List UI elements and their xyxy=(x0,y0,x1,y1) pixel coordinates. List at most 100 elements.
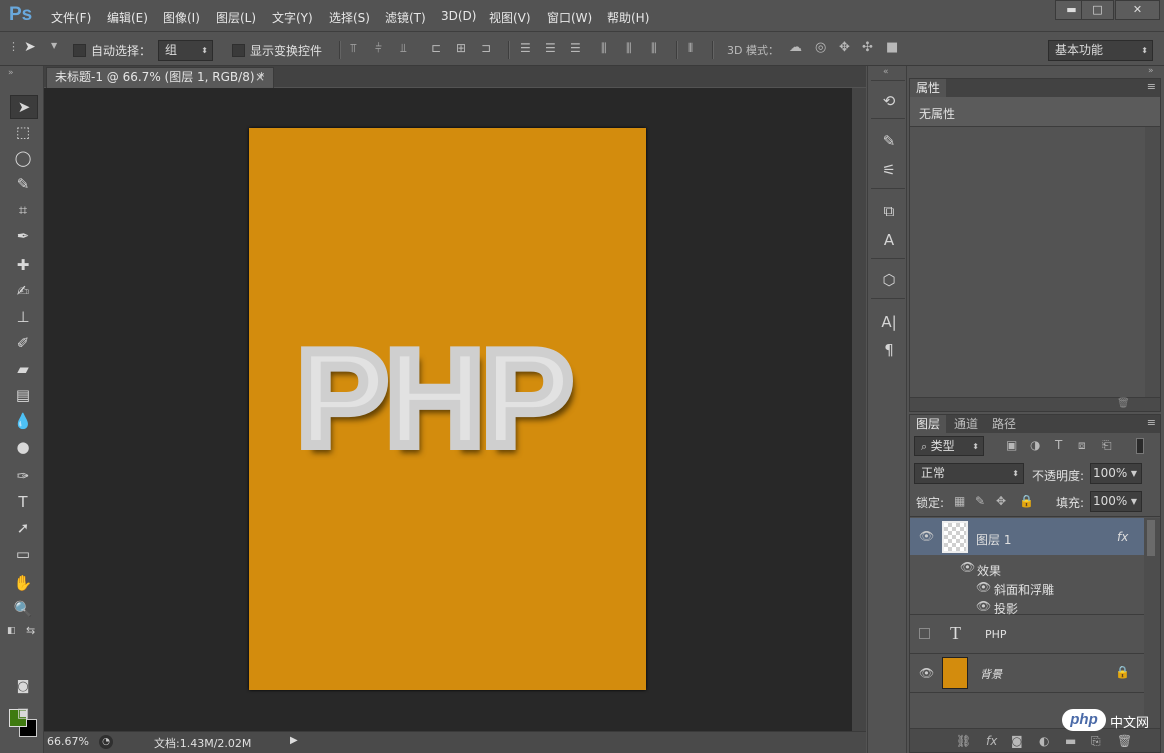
align-hcenter-icon[interactable]: ⊞ xyxy=(456,41,466,55)
auto-select-checkbox[interactable] xyxy=(73,44,86,57)
layers-scrollbar[interactable] xyxy=(1144,518,1160,728)
tab-paths[interactable]: 路径 xyxy=(986,415,1022,433)
blend-mode-dropdown[interactable]: 正常 ⬍ xyxy=(914,463,1024,484)
tab-close-icon[interactable]: × xyxy=(255,68,265,87)
character-panel-icon[interactable]: A| xyxy=(878,311,900,333)
add-style-icon[interactable]: fx xyxy=(986,734,997,748)
vertical-scrollbar[interactable] xyxy=(852,88,866,731)
align-bottom-icon[interactable]: ⫫ xyxy=(400,41,407,56)
panel-menu-icon[interactable]: ≡ xyxy=(1147,80,1156,93)
3d-panel-icon[interactable]: ⬡ xyxy=(878,269,900,291)
menu-window[interactable]: 窗口(W) xyxy=(547,9,592,26)
eye-icon[interactable]: 👁 xyxy=(960,560,975,574)
menu-help[interactable]: 帮助(H) xyxy=(607,9,649,26)
delete-layer-icon[interactable]: 🗑 xyxy=(1117,734,1132,748)
brush-panel-icon[interactable]: ⚟ xyxy=(878,159,900,181)
quick-mask-icon[interactable]: ◙ xyxy=(10,676,36,698)
layer-row-layer1[interactable]: 👁 图层 1 fx 👁 效果 👁 斜面和浮雕 👁 投影 xyxy=(910,518,1144,616)
filter-toggle[interactable] xyxy=(1136,438,1144,454)
eraser-tool-icon[interactable]: ▰ xyxy=(10,358,36,380)
eyedropper-tool-icon[interactable]: ✒ xyxy=(10,225,36,247)
filter-pixel-icon[interactable]: ▣ xyxy=(1006,438,1017,452)
layer-row-php[interactable]: T PHP xyxy=(910,615,1144,654)
layer-name[interactable]: PHP xyxy=(985,628,1007,641)
filter-smart-object-icon[interactable]: ⎗ xyxy=(1102,438,1112,453)
pen-tool-icon[interactable]: ✑ xyxy=(10,465,36,487)
panel-menu-icon[interactable]: ≡ xyxy=(1147,416,1156,429)
menu-filter[interactable]: 滤镜(T) xyxy=(385,9,426,26)
layer-name[interactable]: 背景 xyxy=(980,666,1002,682)
default-colors-icon[interactable]: ◧ xyxy=(7,626,16,636)
add-mask-icon[interactable]: ◙ xyxy=(1011,734,1023,748)
filter-type-icon[interactable]: T xyxy=(1055,438,1062,452)
tab-channels[interactable]: 通道 xyxy=(948,415,984,433)
swap-colors-icon[interactable]: ⇆ xyxy=(26,624,35,637)
collapse-icon[interactable]: « xyxy=(883,67,889,77)
auto-align-icon[interactable]: ⫴ xyxy=(688,41,693,56)
menu-file[interactable]: 文件(F) xyxy=(51,9,91,26)
eye-icon[interactable]: 👁 xyxy=(976,599,991,613)
move-tool-icon[interactable]: ➤ xyxy=(10,95,38,119)
effect-bevel-emboss[interactable]: 斜面和浮雕 xyxy=(994,581,1054,598)
fx-icon[interactable]: fx xyxy=(1117,530,1128,544)
zoom-level[interactable]: 66.67% xyxy=(47,735,89,748)
maximize-button[interactable]: □ xyxy=(1081,0,1114,20)
crop-tool-icon[interactable]: ⌗ xyxy=(10,199,36,221)
new-adjustment-icon[interactable]: ◐ xyxy=(1039,734,1049,748)
status-menu-arrow-icon[interactable]: ▶ xyxy=(290,735,298,746)
properties-scrollbar[interactable] xyxy=(1145,127,1160,397)
distribute-hcenter-icon[interactable]: ⫼ xyxy=(626,41,632,56)
marquee-tool-icon[interactable]: ⬚ xyxy=(10,121,36,143)
character-styles-icon[interactable]: A xyxy=(878,229,900,251)
layer-name[interactable]: 图层 1 xyxy=(976,531,1011,548)
path-select-tool-icon[interactable]: ➚ xyxy=(10,517,36,539)
filter-adjustment-icon[interactable]: ◑ xyxy=(1030,438,1040,452)
clone-source-icon[interactable]: ⧉ xyxy=(878,200,900,222)
workspace-dropdown[interactable]: 基本功能 ⬍ xyxy=(1048,40,1153,61)
distribute-right-icon[interactable]: ⫼ xyxy=(651,41,657,56)
distribute-bottom-icon[interactable]: ☰ xyxy=(570,41,581,55)
chevron-down-icon[interactable]: ▼ xyxy=(51,41,57,50)
align-top-icon[interactable]: ⫪ xyxy=(350,41,357,56)
blur-tool-icon[interactable]: 💧 xyxy=(10,410,36,432)
filter-shape-icon[interactable]: ⧈ xyxy=(1078,438,1086,453)
menu-type[interactable]: 文字(Y) xyxy=(272,9,313,26)
collapse-icon[interactable]: » xyxy=(8,68,14,78)
new-layer-icon[interactable]: ⎘ xyxy=(1091,734,1101,749)
clone-stamp-tool-icon[interactable]: ⊥ xyxy=(10,306,36,328)
tab-properties[interactable]: 属性 xyxy=(910,79,947,97)
menu-select[interactable]: 选择(S) xyxy=(329,9,370,26)
paragraph-panel-icon[interactable]: ¶ xyxy=(878,339,900,361)
status-info-icon[interactable]: ◔ xyxy=(99,735,113,749)
tab-layers[interactable]: 图层 xyxy=(910,415,947,433)
trash-icon[interactable]: 🗑 xyxy=(1117,398,1130,409)
lock-position-icon[interactable]: ✥ xyxy=(996,494,1006,508)
align-left-icon[interactable]: ⊏ xyxy=(431,41,441,55)
history-brush-tool-icon[interactable]: ✐ xyxy=(10,332,36,354)
align-right-icon[interactable]: ⊐ xyxy=(481,41,491,55)
scrollbar-thumb[interactable] xyxy=(1147,520,1155,556)
menu-3d[interactable]: 3D(D) xyxy=(441,9,476,23)
eye-icon[interactable]: 👁 xyxy=(919,666,934,680)
menu-layer[interactable]: 图层(L) xyxy=(216,9,256,26)
close-button[interactable]: ✕ xyxy=(1115,0,1160,20)
lock-transparent-icon[interactable]: ▦ xyxy=(954,494,965,508)
brush-tool-icon[interactable]: ✍ xyxy=(10,280,36,302)
link-layers-icon[interactable]: ⛓ xyxy=(956,734,971,748)
type-tool-icon[interactable]: T xyxy=(10,491,36,513)
lock-all-icon[interactable]: 🔒 xyxy=(1019,494,1034,508)
gradient-tool-icon[interactable]: ▤ xyxy=(10,384,36,406)
eye-icon[interactable]: 👁 xyxy=(976,580,991,594)
collapse-icon[interactable]: » xyxy=(1148,66,1154,76)
3d-orbit-icon[interactable]: ☁ xyxy=(789,40,802,55)
3d-roll-icon[interactable]: ◎ xyxy=(815,40,826,55)
distribute-left-icon[interactable]: ⫼ xyxy=(601,41,607,56)
visibility-toggle[interactable] xyxy=(919,628,930,639)
quick-select-tool-icon[interactable]: ✎ xyxy=(10,173,36,195)
rectangle-tool-icon[interactable]: ▭ xyxy=(10,543,36,565)
dodge-tool-icon[interactable]: ● xyxy=(10,436,36,458)
auto-select-dropdown[interactable]: 组 ⬍ xyxy=(158,40,213,61)
document-tab[interactable]: 未标题-1 @ 66.7% (图层 1, RGB/8) * × xyxy=(46,67,274,88)
3d-slide-icon[interactable]: ✣ xyxy=(862,40,873,55)
move-tool-preset-icon[interactable]: ➤ xyxy=(24,39,36,55)
